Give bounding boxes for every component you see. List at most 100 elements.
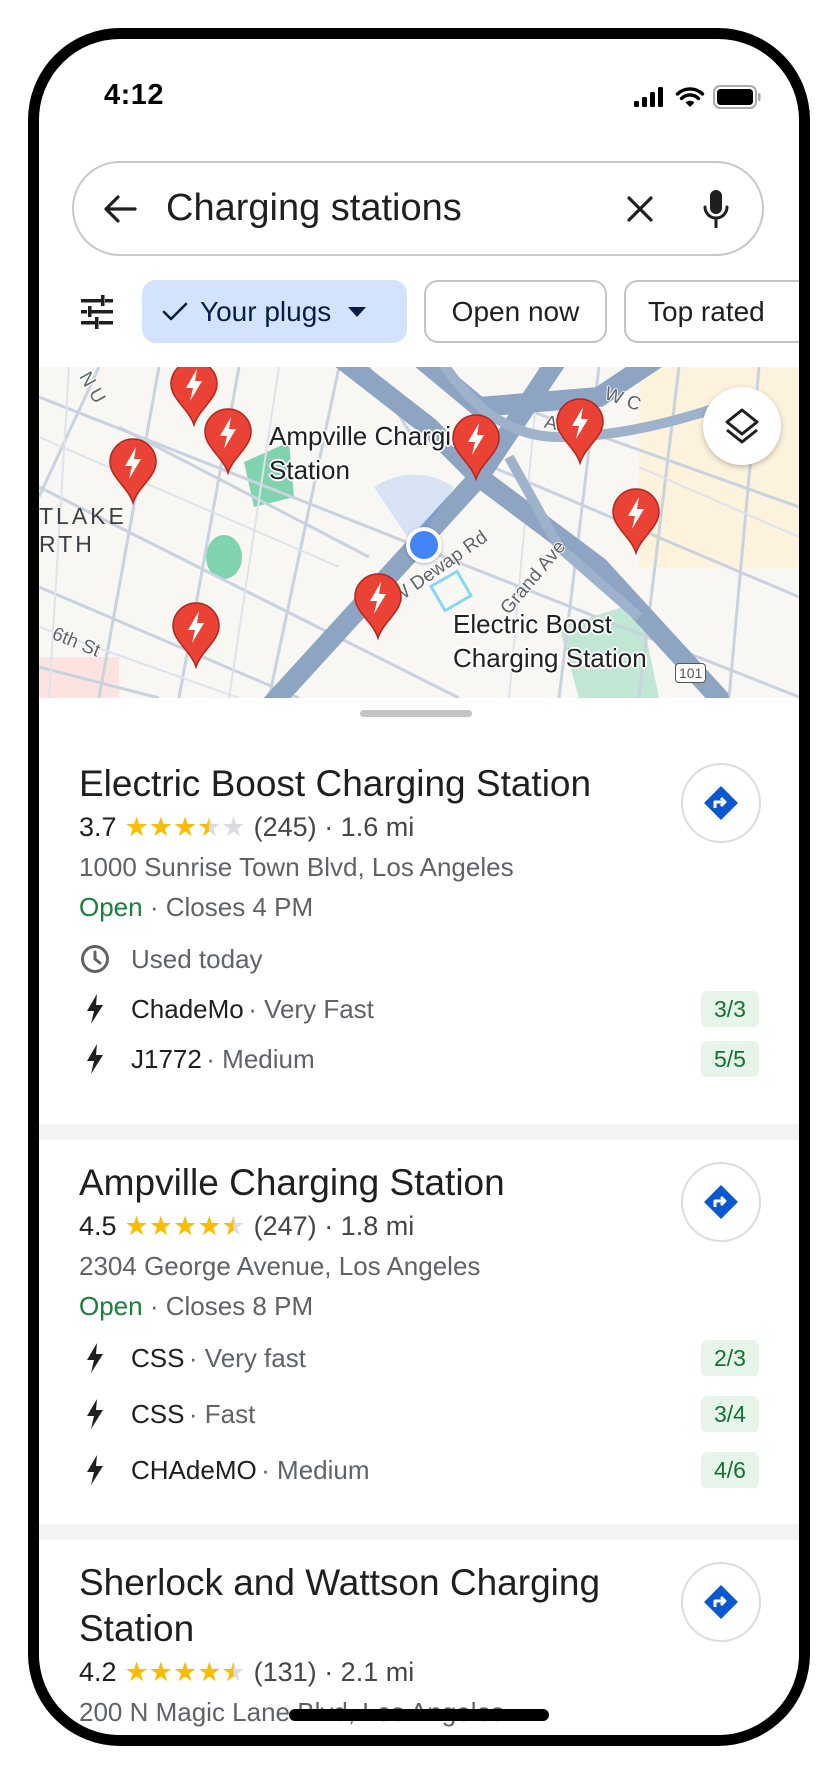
- directions-button[interactable]: [681, 1562, 761, 1642]
- star-icon: ★: [197, 811, 222, 842]
- star-icon: ★: [221, 1656, 246, 1687]
- star-icon: ★: [124, 1656, 149, 1687]
- star-icon: ★: [148, 811, 173, 842]
- ev-charger-pin-icon[interactable]: [106, 437, 160, 506]
- chip-top-rated[interactable]: Top rated: [624, 280, 799, 343]
- status-icons: [633, 85, 761, 109]
- neighborhood-label-line: RTH: [39, 531, 95, 557]
- highway-shield: 101: [675, 663, 707, 683]
- chip-label: Top rated: [648, 295, 765, 327]
- neighborhood-label-line: TLAKE: [39, 503, 127, 529]
- address: 1000 Sunrise Town Blvd, Los Angeles: [79, 852, 514, 882]
- hours-line: Open · Closes 4 PM: [79, 889, 313, 925]
- map-view[interactable]: N U W C Alpine W Dewap Rd Grand Ave 6th …: [39, 367, 799, 698]
- star-icon: ★: [221, 1210, 246, 1241]
- search-bar[interactable]: Charging stations: [72, 161, 764, 256]
- battery-icon: [713, 85, 761, 109]
- arrow-left-icon: [104, 194, 137, 223]
- ev-charger-pin-icon[interactable]: [449, 413, 503, 482]
- plug-row: J1772 · Medium 5/5: [79, 1039, 759, 1079]
- phone-frame: 4:12 Charging stations Your plugs Open n…: [28, 28, 810, 1746]
- plug-row: CSS · Very fast 2/3: [79, 1338, 759, 1378]
- plug-speed: · Medium: [206, 1043, 315, 1074]
- review-count: (245): [253, 811, 317, 842]
- sheet-drag-handle[interactable]: [360, 710, 472, 717]
- ev-charger-pin-icon[interactable]: [169, 601, 223, 670]
- star-icon: ★: [148, 1656, 173, 1687]
- dropdown-arrow-icon: [347, 306, 367, 318]
- bolt-icon: [79, 1342, 111, 1374]
- star-icon: ★: [172, 1210, 198, 1241]
- ev-charger-pin-icon[interactable]: [351, 572, 405, 641]
- directions-button[interactable]: [681, 1162, 761, 1242]
- signal-icon: [634, 87, 663, 107]
- rating-value: 3.7: [79, 811, 117, 842]
- check-icon: [162, 301, 188, 323]
- result-card-sherlock-wattson[interactable]: Sherlock and Wattson Charging Station 4.…: [39, 1540, 799, 1735]
- place-label-line: Electric Boost: [453, 609, 612, 639]
- rating-value: 4.2: [79, 1656, 117, 1687]
- result-card-ampville[interactable]: Ampville Charging Station 4.5 ★ ★ ★ ★ ★ (247…: [39, 1140, 799, 1528]
- chip-open-now[interactable]: Open now: [424, 280, 607, 343]
- closing-time: · Closes 8 PM: [149, 1291, 314, 1321]
- open-status: Open: [79, 1291, 143, 1321]
- filter-chips-row: Your plugs Open now Top rated: [39, 280, 799, 344]
- star-icon: ★: [172, 1656, 198, 1687]
- bolt-icon: [79, 1454, 111, 1486]
- clock-icon: [79, 943, 111, 975]
- distance: · 1.8 mi: [324, 1210, 415, 1241]
- place-label-line: Charging Station: [453, 643, 647, 673]
- card-divider: [39, 1524, 799, 1540]
- chip-your-plugs[interactable]: Your plugs: [142, 280, 407, 343]
- closing-time: · Closes 4 PM: [149, 892, 314, 922]
- directions-button[interactable]: [681, 763, 761, 843]
- mic-icon: [703, 189, 729, 228]
- plug-row: ChadeMo · Very Fast 3/3: [79, 989, 759, 1029]
- place-name[interactable]: Sherlock and Wattson Charging Station: [79, 1560, 639, 1652]
- plug-speed: · Medium: [261, 1454, 370, 1485]
- star-icon: ★: [197, 1210, 222, 1241]
- availability-badge: 4/6: [701, 1452, 759, 1488]
- used-today-row: Used today: [79, 939, 759, 979]
- bolt-icon: [79, 993, 111, 1025]
- plug-speed: · Very Fast: [248, 993, 374, 1024]
- ev-charger-pin-icon[interactable]: [553, 397, 607, 466]
- rating-row: 4.2 ★ ★ ★ ★ ★ (131) · 2.1 mi: [79, 1654, 414, 1690]
- star-rating: ★ ★ ★ ★ ★: [124, 1656, 246, 1687]
- plug-type: CSS: [131, 1342, 185, 1373]
- review-count: (247): [253, 1210, 317, 1241]
- plug-speed: · Fast: [188, 1398, 256, 1429]
- star-icon: ★: [197, 1656, 222, 1687]
- star-icon: ★: [148, 1210, 173, 1241]
- tune-icon[interactable]: [79, 294, 115, 330]
- directions-icon: [704, 786, 738, 820]
- search-input[interactable]: Charging stations: [166, 187, 620, 230]
- ev-charger-pin-icon[interactable]: [201, 407, 255, 476]
- plug-speed: · Very fast: [188, 1342, 306, 1373]
- place-name[interactable]: Electric Boost Charging Station: [79, 761, 639, 807]
- star-icon: ★: [221, 811, 246, 842]
- place-name[interactable]: Ampville Charging Station: [79, 1160, 639, 1206]
- screen: 4:12 Charging stations Your plugs Open n…: [39, 39, 799, 1735]
- layers-button[interactable]: [703, 387, 781, 465]
- distance: · 2.1 mi: [324, 1656, 415, 1687]
- chip-label: Your plugs: [200, 295, 332, 327]
- directions-icon: [704, 1185, 738, 1219]
- star-icon: ★: [172, 811, 198, 842]
- back-button[interactable]: [100, 189, 140, 229]
- availability-badge: 3/4: [701, 1396, 759, 1432]
- star-icon: ★: [124, 1210, 149, 1241]
- place-label-electric-boost[interactable]: Electric Boost Charging Station: [453, 607, 647, 675]
- plug-row: CHAdeMO · Medium 4/6: [79, 1450, 759, 1490]
- home-indicator[interactable]: [289, 1709, 549, 1721]
- plug-row: CSS · Fast 3/4: [79, 1394, 759, 1434]
- clear-search-button[interactable]: [620, 189, 660, 229]
- voice-search-button[interactable]: [696, 187, 736, 231]
- rating-row: 3.7 ★ ★ ★ ★ ★ (245) · 1.6 mi: [79, 809, 414, 845]
- rating-value: 4.5: [79, 1210, 117, 1241]
- ev-charger-pin-icon[interactable]: [609, 487, 663, 556]
- bolt-icon: [79, 1043, 111, 1075]
- directions-icon: [704, 1585, 738, 1619]
- distance: · 1.6 mi: [324, 811, 415, 842]
- result-card-electric-boost[interactable]: Electric Boost Charging Station 3.7 ★ ★ ★ ★…: [39, 729, 799, 1129]
